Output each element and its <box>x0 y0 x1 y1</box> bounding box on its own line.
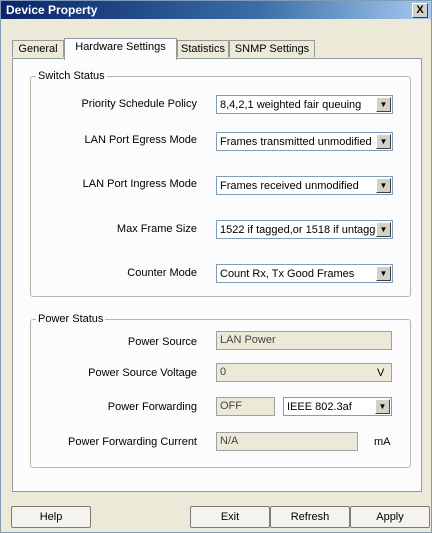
ingress-mode-select[interactable]: Frames received unmodified ▼ <box>216 176 393 195</box>
apply-button[interactable]: Apply <box>350 506 430 528</box>
egress-mode-value: Frames transmitted unmodified <box>220 136 372 148</box>
egress-mode-label: LAN Port Egress Mode <box>84 134 198 146</box>
power-source-field: LAN Power <box>216 331 392 350</box>
switch-status-group: Switch Status Priority Schedule Policy 8… <box>30 70 411 297</box>
max-frame-size-label: Max Frame Size <box>116 223 197 235</box>
power-forwarding-current-field: N/A <box>216 432 358 451</box>
power-forwarding-current-label: Power Forwarding Current <box>68 436 197 448</box>
max-frame-size-select[interactable]: 1522 if tagged,or 1518 if untagged ▼ <box>216 220 393 239</box>
tab-snmp-settings[interactable]: SNMP Settings <box>229 40 315 57</box>
window-title: Device Property <box>6 3 98 17</box>
close-button[interactable]: X <box>412 3 428 18</box>
help-button[interactable]: Help <box>11 506 91 528</box>
chevron-down-icon[interactable]: ▼ <box>376 178 391 193</box>
power-source-voltage-field: 0 <box>216 363 392 382</box>
refresh-button[interactable]: Refresh <box>270 506 350 528</box>
max-frame-size-value: 1522 if tagged,or 1518 if untagged <box>220 224 376 236</box>
power-standard-select[interactable]: IEEE 802.3af ▼ <box>283 397 392 416</box>
power-standard-value: IEEE 802.3af <box>287 401 352 413</box>
chevron-down-icon[interactable]: ▼ <box>376 222 391 237</box>
tab-hardware-settings[interactable]: Hardware Settings <box>64 38 177 60</box>
ingress-mode-label: LAN Port Ingress Mode <box>82 178 197 190</box>
ingress-mode-value: Frames received unmodified <box>220 180 359 192</box>
chevron-down-icon[interactable]: ▼ <box>376 134 391 149</box>
power-forwarding-field: OFF <box>216 397 275 416</box>
power-status-legend: Power Status <box>36 313 106 325</box>
power-status-group: Power Status Power Source LAN Power Powe… <box>30 313 411 468</box>
exit-button[interactable]: Exit <box>190 506 270 528</box>
chevron-down-icon[interactable]: ▼ <box>375 399 390 414</box>
voltage-unit: V <box>377 367 385 379</box>
priority-schedule-value: 8,4,2,1 weighted fair queuing <box>220 99 362 111</box>
chevron-down-icon[interactable]: ▼ <box>376 266 391 281</box>
counter-mode-label: Counter Mode <box>127 267 197 279</box>
counter-mode-select[interactable]: Count Rx, Tx Good Frames ▼ <box>216 264 393 283</box>
hardware-settings-panel: Switch Status Priority Schedule Policy 8… <box>12 58 422 492</box>
power-source-voltage-label: Power Source Voltage <box>88 367 197 379</box>
device-property-window: Device Property X General Hardware Setti… <box>0 0 432 533</box>
chevron-down-icon[interactable]: ▼ <box>376 97 391 112</box>
tab-general[interactable]: General <box>12 40 64 57</box>
tab-statistics[interactable]: Statistics <box>177 40 229 57</box>
title-bar[interactable]: Device Property X <box>1 1 431 19</box>
current-unit: mA <box>374 436 391 448</box>
switch-status-legend: Switch Status <box>36 70 107 82</box>
priority-schedule-label: Priority Schedule Policy <box>81 98 197 110</box>
egress-mode-select[interactable]: Frames transmitted unmodified ▼ <box>216 132 393 151</box>
priority-schedule-select[interactable]: 8,4,2,1 weighted fair queuing ▼ <box>216 95 393 114</box>
power-source-label: Power Source <box>127 336 197 348</box>
power-forwarding-label: Power Forwarding <box>107 401 197 413</box>
counter-mode-value: Count Rx, Tx Good Frames <box>220 268 355 280</box>
